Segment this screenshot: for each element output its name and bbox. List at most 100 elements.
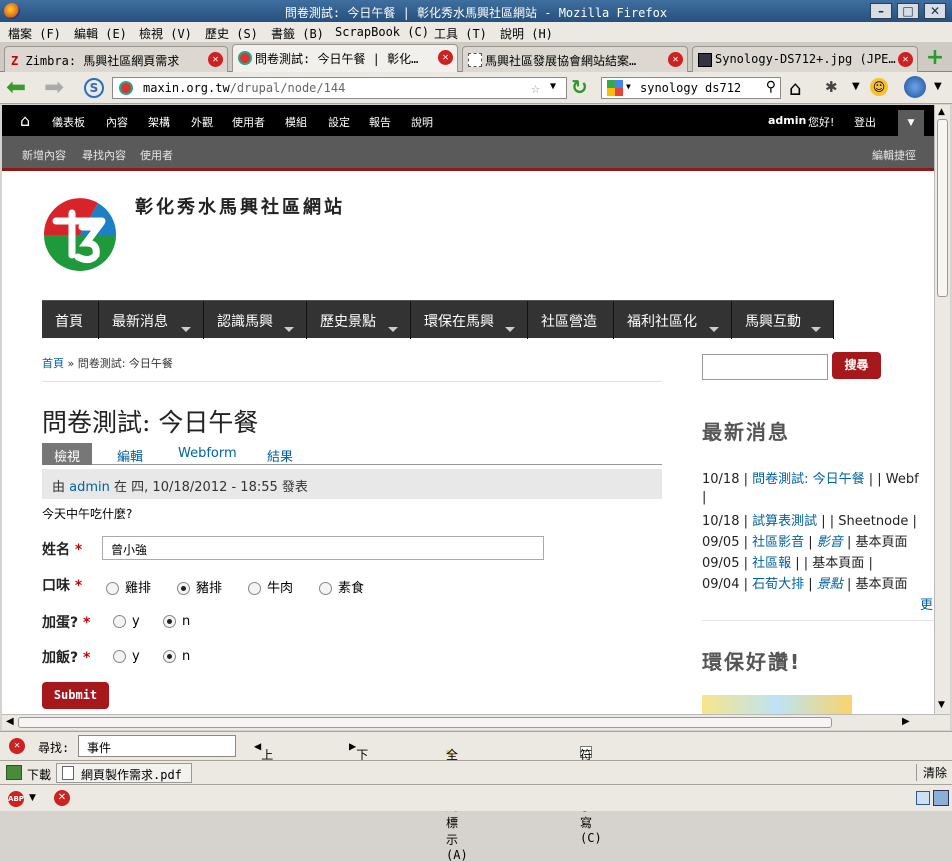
stop-icon[interactable]: ✕ [54,790,70,806]
edit-shortcuts-link[interactable]: 編輯捷徑 [872,147,916,163]
search-bar[interactable]: ▼ synology ds712 ⚲ [601,77,781,99]
extension-globe-icon[interactable] [904,76,926,98]
radio-button[interactable] [177,582,190,595]
nav-environment[interactable]: 環保在馬興 [411,301,528,339]
nav-history[interactable]: 歷史景點 [307,301,411,339]
clear-downloads-button[interactable]: 清除 [916,764,947,781]
egg-option-y[interactable]: y [113,614,140,629]
maximize-button[interactable]: □ [897,3,919,19]
tab-zimbra[interactable]: Z Zimbra: 馬興社區網頁需求 ✕ [4,46,228,72]
find-next-button[interactable]: ▶ 下一筆 (N) [349,739,378,811]
reload-icon[interactable]: ↻ [571,77,593,99]
sidebar-toggle-icon[interactable] [916,791,930,805]
home-icon[interactable]: ⌂ [789,76,802,100]
nav-home[interactable]: 首頁 [42,301,99,339]
more-link[interactable]: 更 [920,594,933,613]
menu-edit[interactable]: 編輯 (E) [74,25,127,42]
menu-view[interactable]: 檢視 (V) [139,25,192,42]
menu-help[interactable]: 說明 (H) [500,25,553,42]
dropdown-arrow-icon[interactable]: ▼ [550,81,556,92]
taste-option-beef[interactable]: 牛肉 [248,577,293,596]
dropdown-arrow-icon[interactable]: ▼ [29,793,36,803]
menu-file[interactable]: 檔案 (F) [8,25,61,42]
tab-view[interactable]: 檢視 [42,443,93,465]
binoculars-icon[interactable]: ⚲ [766,79,776,95]
bug-icon[interactable]: ✱ [825,78,838,96]
toolbar-appearance[interactable]: 外觀 [191,114,213,130]
item-link[interactable]: 試算表測試 [752,514,817,529]
menu-scrapbook[interactable]: ScrapBook (C) [335,25,429,39]
shortcut-find-content[interactable]: 尋找內容 [82,147,126,163]
item-link[interactable]: 社區影音 [752,535,804,550]
toolbar-help[interactable]: 說明 [411,114,433,130]
minimize-button[interactable]: – [870,3,892,19]
home-icon[interactable]: ⌂ [20,111,30,130]
site-name[interactable]: 彰化秀水馬興社區網站 [135,193,345,219]
item-link[interactable]: 石荀大排 [752,577,804,592]
taste-option-vegetarian[interactable]: 素食 [319,577,364,596]
scroll-left-icon[interactable]: ◀ [6,716,14,727]
item-link[interactable]: 社區報 [752,556,791,571]
close-tab-icon[interactable]: ✕ [668,52,683,67]
close-tab-icon[interactable]: ✕ [438,50,453,65]
menu-history[interactable]: 歷史 (S) [205,25,258,42]
item-tag[interactable]: 影音 [817,535,843,550]
toolbar-structure[interactable]: 架構 [148,114,170,130]
radio-button[interactable] [113,650,126,663]
dropdown-arrow-icon[interactable]: ▼ [934,81,942,92]
bookmark-star-icon[interactable]: ☆ [531,79,540,97]
back-arrow-icon[interactable]: ⬅ [6,75,34,100]
shortcut-people[interactable]: 使用者 [140,147,173,163]
sidebar-search-button[interactable]: 搜尋 [832,352,881,379]
toolbar-content[interactable]: 內容 [106,114,128,130]
sidebar-search-input[interactable] [702,354,828,380]
scroll-down-icon[interactable]: ▼ [938,700,945,710]
network-icon[interactable] [933,790,949,806]
new-tab-button[interactable]: + [924,47,946,70]
radio-button[interactable] [319,582,332,595]
radio-button[interactable] [106,582,119,595]
breadcrumb-home-link[interactable]: 首頁 [42,357,64,370]
scroll-thumb[interactable] [18,717,832,728]
adblock-icon[interactable]: ABP [8,791,24,807]
forward-arrow-icon[interactable]: ➡ [44,75,72,100]
shortcut-add-content[interactable]: 新增內容 [22,147,66,163]
scroll-thumb[interactable] [937,119,948,297]
tab-synology[interactable]: Synology-DS712+.jpg (JPE… ✕ [692,46,918,72]
skype-icon[interactable]: S [84,78,104,98]
toolbar-reports[interactable]: 報告 [369,114,391,130]
smiley-icon[interactable]: ☺ [870,78,888,96]
find-input[interactable]: 事件 [78,735,236,757]
radio-button[interactable] [248,582,261,595]
tab-webform[interactable]: Webform [166,443,249,465]
menu-tools[interactable]: 工具 (T) [434,25,487,42]
nav-welfare[interactable]: 福利社區化 [614,301,732,339]
author-link[interactable]: admin [69,480,110,495]
green-banner-image[interactable] [702,695,852,714]
google-icon[interactable] [607,80,623,96]
tab-survey[interactable]: 問卷測試: 今日午餐 | 彰化… ✕ [232,44,458,73]
dropdown-arrow-icon[interactable]: ▼ [626,82,631,91]
logout-link[interactable]: 登出 [854,114,876,130]
download-item[interactable]: 網頁製作需求.pdf [56,763,192,783]
toolbar-configuration[interactable]: 設定 [328,114,350,130]
horizontal-scrollbar[interactable]: ◀ ▶ [2,714,950,730]
toolbar-dashboard[interactable]: 儀表板 [52,114,85,130]
item-tag[interactable]: 景點 [817,577,843,592]
toolbar-modules[interactable]: 模組 [285,114,307,130]
egg-option-n[interactable]: n [163,614,190,629]
find-previous-button[interactable]: ◀ 上一筆 (P) [254,739,283,811]
taste-option-chicken[interactable]: 雞排 [106,577,151,596]
close-tab-icon[interactable]: ✕ [208,52,223,67]
radio-button[interactable] [113,615,126,628]
nav-community[interactable]: 社區營造 [528,301,614,339]
radio-button[interactable] [163,615,176,628]
close-tab-icon[interactable]: ✕ [898,52,913,67]
tab-project[interactable]: 馬興社區發展協會網站結案… ✕ [462,46,688,72]
tab-edit[interactable]: 編輯 [105,443,155,465]
vertical-scrollbar[interactable]: ▲ ▼ [934,105,950,714]
radio-button[interactable] [163,650,176,663]
menu-bookmarks[interactable]: 書籤 (B) [271,25,324,42]
rice-option-y[interactable]: y [113,649,140,664]
rice-option-n[interactable]: n [163,649,190,664]
